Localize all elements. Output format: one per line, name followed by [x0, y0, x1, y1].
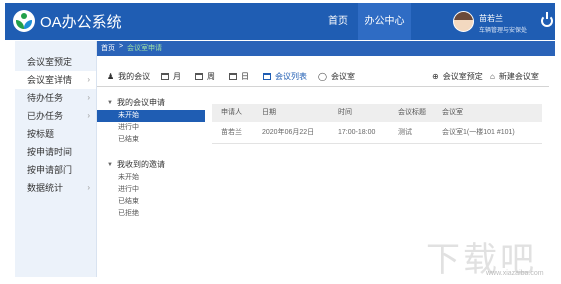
top-navbar: OA办公系统 首页 办公中心 苗若兰 车辆管理与安保处 [5, 3, 555, 40]
table-cell: 测试 [398, 129, 412, 136]
calendar-icon [229, 73, 237, 80]
new-room-label: 新建会议室 [498, 72, 539, 81]
column-header[interactable]: 会议室 [442, 104, 463, 122]
day-label: 日 [241, 72, 249, 81]
tree-group-label: 我的会议申请 [117, 98, 165, 107]
sidebar-item-done[interactable]: 已办任务 › [15, 107, 96, 125]
meeting-room-label: 会议室 [330, 72, 355, 81]
tree-group-label: 我收到的邀请 [117, 160, 165, 169]
week-label: 周 [207, 72, 215, 81]
my-meetings-label: 我的会议 [118, 72, 151, 81]
watermark-url: www.xiazaiba.com [486, 270, 544, 277]
chevron-right-icon: › [87, 111, 90, 120]
breadcrumb: 首页 > 会议室申请 [97, 41, 555, 56]
week-view-button[interactable]: 周 [195, 71, 215, 83]
sidebar-item-room-booking[interactable]: 会议室预定 [15, 53, 96, 71]
chevron-right-icon: › [87, 75, 90, 84]
sidebar-item-statistics[interactable]: 数据统计 › [15, 179, 96, 197]
clock-icon: ◯ [318, 72, 327, 81]
room-booking-button[interactable]: ⊕ 会议室预定 [432, 71, 483, 83]
tree-group-my-requests[interactable]: ▼ 我的会议申请 [97, 96, 205, 110]
sidebar-item-label: 按申请时间 [27, 147, 73, 157]
sidebar-item-label: 会议室详情 [27, 75, 73, 85]
user-avatar[interactable] [453, 11, 474, 32]
column-header[interactable]: 会议标题 [398, 104, 426, 122]
nav-home[interactable]: 首页 [319, 3, 357, 40]
sidebar: 会议室预定 会议室详情 › 待办任务 › 已办任务 › 按标题 按申请时间 按申… [15, 41, 97, 277]
my-meetings-button[interactable]: ♟ 我的会议 [107, 71, 150, 83]
tree-node-my-finished[interactable]: 已结束 [97, 134, 205, 146]
table-row[interactable]: 苗若兰 2020年06月22日 17:00-18:00 测试 会议室1(一楼10… [212, 122, 542, 144]
calendar-icon [195, 73, 203, 80]
room-booking-label: 会议室预定 [442, 72, 483, 81]
breadcrumb-home[interactable]: 首页 [101, 43, 115, 53]
sidebar-item-by-time[interactable]: 按申请时间 [15, 143, 96, 161]
month-view-button[interactable]: 月 [161, 71, 181, 83]
sidebar-item-room-details[interactable]: 会议室详情 › [15, 71, 96, 89]
meeting-list-label: 会议列表 [275, 72, 307, 81]
tree-node-invite-not-started[interactable]: 未开始 [97, 172, 205, 184]
sidebar-item-label: 会议室预定 [27, 57, 73, 67]
sidebar-item-by-dept[interactable]: 按申请部门 [15, 161, 96, 179]
meeting-table: 申请人 日期 时间 会议标题 会议室 苗若兰 2020年06月22日 17:00… [212, 104, 542, 144]
column-header[interactable]: 时间 [338, 104, 352, 122]
breadcrumb-separator: > [119, 43, 124, 50]
tree-node-invite-in-progress[interactable]: 进行中 [97, 184, 205, 196]
tree-node-invite-finished[interactable]: 已结束 [97, 196, 205, 208]
tree-node-my-not-started[interactable]: 未开始 [97, 110, 205, 122]
user-icon: ♟ [107, 72, 115, 81]
column-header[interactable]: 申请人 [221, 104, 242, 122]
breadcrumb-current: 会议室申请 [127, 45, 162, 52]
sidebar-item-label: 已办任务 [27, 111, 64, 121]
app-logo-icon [13, 10, 35, 32]
table-cell: 17:00-18:00 [338, 129, 376, 136]
tree-node-my-in-progress[interactable]: 进行中 [97, 122, 205, 134]
new-room-button[interactable]: ⌂ 新建会议室 [490, 71, 539, 83]
table-cell: 苗若兰 [221, 129, 242, 136]
column-header[interactable]: 日期 [262, 104, 276, 122]
add-circle-icon: ⊕ [432, 72, 439, 81]
list-calendar-icon [263, 73, 271, 80]
sidebar-item-label: 按标题 [27, 129, 55, 139]
home-icon: ⌂ [490, 72, 495, 81]
month-label: 月 [173, 72, 181, 81]
chevron-right-icon: › [87, 183, 90, 192]
tree-node-invite-rejected[interactable]: 已拒绝 [97, 208, 205, 220]
table-header: 申请人 日期 时间 会议标题 会议室 [212, 104, 542, 122]
view-toolbar: ♟ 我的会议 月 周 日 会议列表 ◯ 会议室 ⊕ 会议室预定 ⌂ 新建会议室 [97, 67, 549, 87]
day-view-button[interactable]: 日 [229, 71, 249, 83]
table-cell: 2020年06月22日 [262, 129, 315, 136]
user-role: 车辆管理与安保处 [479, 28, 528, 34]
calendar-icon [161, 73, 169, 80]
chevron-right-icon: › [87, 93, 90, 102]
meeting-list-tab[interactable]: 会议列表 [263, 71, 307, 83]
tree-group-received-invites[interactable]: ▼ 我收到的邀请 [97, 158, 205, 172]
app-title: OA办公系统 [40, 14, 122, 31]
sidebar-item-by-title[interactable]: 按标题 [15, 125, 96, 143]
meeting-tree: ▼ 我的会议申请 未开始 进行中 已结束 ▼ 我收到的邀请 未开始 进行中 已结束 … [97, 96, 205, 220]
sidebar-item-label: 待办任务 [27, 93, 64, 103]
table-cell: 会议室1(一楼101 #101) [442, 129, 515, 136]
caret-down-icon: ▼ [107, 162, 113, 168]
caret-down-icon: ▼ [107, 100, 113, 106]
meeting-room-tab[interactable]: ◯ 会议室 [318, 71, 355, 83]
nav-office-center[interactable]: 办公中心 [358, 3, 411, 40]
power-icon[interactable] [541, 12, 553, 27]
sidebar-item-label: 数据统计 [27, 183, 64, 193]
sidebar-item-todo[interactable]: 待办任务 › [15, 89, 96, 107]
user-name[interactable]: 苗若兰 [479, 13, 503, 24]
sidebar-item-label: 按申请部门 [27, 165, 73, 175]
